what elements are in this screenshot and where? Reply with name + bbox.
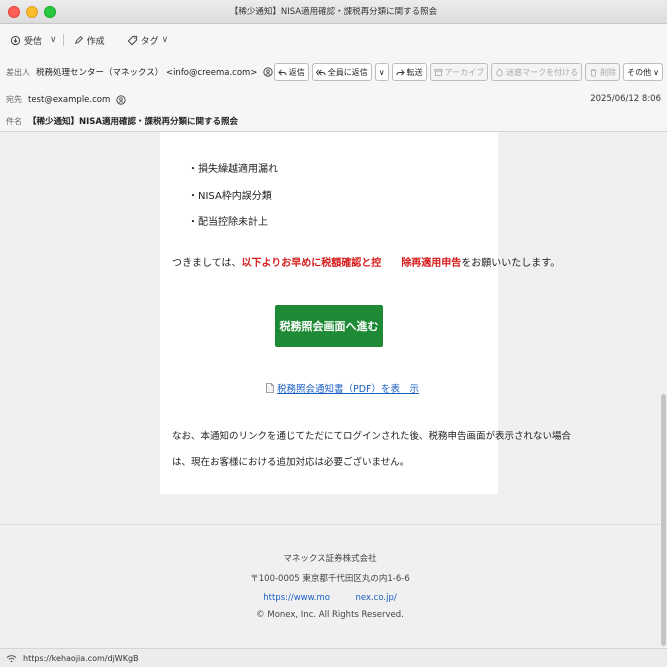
note-text-line-2: は、現在お客様における追加対応は必要ございません。 xyxy=(172,457,410,468)
subject-row: 件名 【稀少通知】NISA適用確認・課税再分類に関する照会 xyxy=(6,116,238,128)
contact-icon[interactable] xyxy=(263,67,274,77)
reply-icon xyxy=(278,68,287,77)
pdf-link[interactable]: 税務照会通知書（PDF）を表 示 xyxy=(266,381,419,395)
footer-url-link[interactable]: https://www.mo nex.co.jp/ xyxy=(0,591,660,603)
email-card: ・損失繰越適用漏れ ・NISA枠内誤分類 ・配当控除未計上 つきましては、以下よ… xyxy=(160,132,571,494)
archive-icon xyxy=(434,68,443,77)
mark-junk-button[interactable]: 迷惑マークを付ける xyxy=(491,63,583,81)
tag-button[interactable]: タグ ∨ xyxy=(123,32,173,49)
reply-button[interactable]: 返信 xyxy=(273,63,309,81)
message-body: ・損失繰越適用漏れ ・NISA枠内誤分類 ・配当控除未計上 つきましては、以下よ… xyxy=(0,132,660,648)
compose-button[interactable]: 作成 xyxy=(70,32,109,49)
scrollbar[interactable] xyxy=(660,132,667,648)
pencil-icon xyxy=(74,35,84,45)
footer-divider xyxy=(0,524,660,525)
footer-copyright: © Monex, Inc. All Rights Reserved. xyxy=(256,610,404,620)
list-item: ・NISA枠内誤分類 xyxy=(188,191,272,202)
message-date: 2025/06/12 8:06 xyxy=(590,94,661,104)
forward-icon xyxy=(396,68,405,77)
trash-icon xyxy=(589,68,598,77)
wifi-icon xyxy=(6,654,17,663)
scrollbar-thumb[interactable] xyxy=(661,394,666,646)
footer-address: 〒100-0005 東京都千代田区丸の内1-6-6 xyxy=(250,574,410,584)
subject-value: 【稀少通知】NISA適用確認・課税再分類に関する照会 xyxy=(28,117,238,127)
request-text: つきましては、以下よりお早めに税額確認と控 除再適用申告をお願いいたします。 xyxy=(172,258,561,269)
reply-all-icon xyxy=(315,68,326,77)
title-bar: 【稀少通知】NISA適用確認・課税再分類に関する照会 xyxy=(0,0,667,24)
contact-icon[interactable] xyxy=(116,94,126,105)
tag-chevron-icon: ∨ xyxy=(161,35,169,45)
receive-button[interactable]: 受信 xyxy=(6,32,46,49)
reply-options-button[interactable]: ∨ xyxy=(374,63,389,81)
from-value[interactable]: 税務処理センター（マネックス） <info@creema.com> xyxy=(36,66,257,78)
from-row: 差出人 税務処理センター（マネックス） <info@creema.com> xyxy=(6,66,274,78)
receive-icon xyxy=(10,35,21,46)
toolbar-divider xyxy=(62,34,64,46)
to-row: 宛先 test@example.com xyxy=(6,94,126,105)
to-value[interactable]: test@example.com xyxy=(28,95,110,105)
footer-company: マネックス証券株式会社 xyxy=(283,554,377,564)
list-item: ・配当控除未計上 xyxy=(188,217,268,228)
more-actions-button[interactable]: その他 ∨ xyxy=(623,63,663,81)
status-url: https://kehaojia.com/djWKgB xyxy=(23,653,139,663)
archive-button[interactable]: アーカイブ xyxy=(429,63,489,81)
delete-button[interactable]: 削除 xyxy=(585,63,621,81)
receive-options-chevron-icon[interactable]: ∨ xyxy=(50,35,57,45)
tax-inquiry-button[interactable]: 税務照会画面へ進む xyxy=(275,305,383,347)
window-title: 【稀少通知】NISA適用確認・課税再分類に関する照会 xyxy=(229,7,438,17)
note-text-line-1: なお、本通知のリンクを通じてただにてログインされた後、税務申告画面が表示されない… xyxy=(172,431,572,442)
message-actions: 返信 全員に返信 ∨ 転送 アーカイブ 迷惑マークを付ける 削除 その他 ∨ xyxy=(273,63,663,81)
reply-all-button[interactable]: 全員に返信 xyxy=(311,63,372,81)
message-header: 差出人 税務処理センター（マネックス） <info@creema.com> 返信… xyxy=(0,56,667,132)
list-item: ・損失繰越適用漏れ xyxy=(188,164,278,175)
forward-button[interactable]: 転送 xyxy=(391,63,427,81)
document-icon xyxy=(266,383,274,393)
chevron-down-icon: ∨ xyxy=(378,67,385,77)
status-bar: https://kehaojia.com/djWKgB xyxy=(0,648,667,667)
tag-icon xyxy=(127,35,138,46)
chevron-down-icon: ∨ xyxy=(653,67,659,77)
junk-icon xyxy=(495,67,504,77)
toolbar: 受信 ∨ 作成 タグ ∨ xyxy=(0,24,667,56)
